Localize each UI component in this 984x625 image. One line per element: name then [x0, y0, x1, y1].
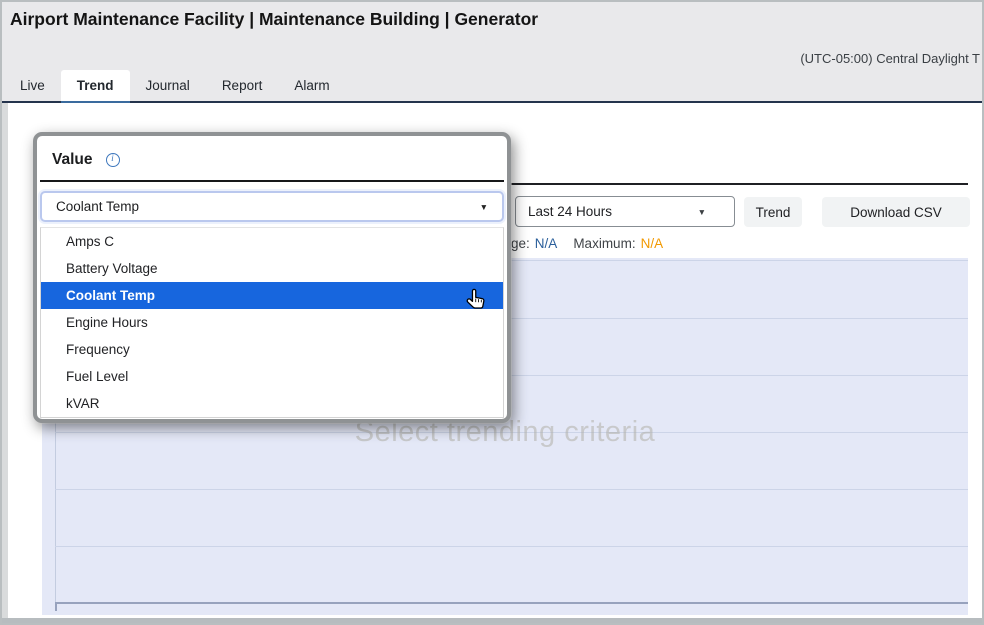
option-frequency[interactable]: Frequency [41, 336, 503, 363]
option-coolant-temp[interactable]: Coolant Temp [41, 282, 503, 309]
average-value: N/A [535, 236, 558, 251]
time-range-value: Last 24 Hours [528, 204, 612, 219]
tab-alarm[interactable]: Alarm [278, 70, 345, 101]
gridline [55, 489, 968, 490]
chevron-down-icon: ▼ [480, 203, 488, 212]
maximum-value: N/A [641, 236, 664, 251]
x-axis-tick [55, 602, 57, 611]
x-axis-line [55, 602, 968, 604]
gridline [55, 546, 968, 547]
tab-report[interactable]: Report [206, 70, 279, 101]
tab-journal[interactable]: Journal [130, 70, 206, 101]
left-gutter [2, 103, 8, 618]
header: Airport Maintenance Facility | Maintenan… [2, 2, 982, 103]
option-amps-c[interactable]: Amps C [41, 228, 503, 255]
option-fuel-level[interactable]: Fuel Level [41, 363, 503, 390]
option-battery-voltage[interactable]: Battery Voltage [41, 255, 503, 282]
tab-live[interactable]: Live [4, 70, 61, 101]
value-popup: Value i Coolant Temp ▼ Amps C Battery Vo… [33, 132, 511, 423]
value-select-text: Coolant Temp [56, 199, 139, 214]
value-select[interactable]: Coolant Temp ▼ [40, 191, 504, 222]
popup-divider [40, 180, 504, 182]
timezone-label: (UTC-05:00) Central Daylight T [800, 51, 980, 66]
page-title: Airport Maintenance Facility | Maintenan… [10, 9, 538, 30]
time-range-select[interactable]: Last 24 Hours ▼ [515, 196, 735, 227]
option-engine-hours[interactable]: Engine Hours [41, 309, 503, 336]
bottom-scroll-track[interactable] [2, 618, 982, 623]
download-csv-button[interactable]: Download CSV [822, 197, 970, 227]
option-kvar[interactable]: kVAR [41, 390, 503, 417]
info-icon[interactable]: i [106, 153, 120, 167]
value-label: Value [52, 151, 93, 169]
trend-button[interactable]: Trend [744, 197, 802, 227]
maximum-label: Maximum: [573, 236, 635, 251]
value-options-list: Amps C Battery Voltage Coolant Temp Engi… [40, 227, 504, 418]
app-window: Airport Maintenance Facility | Maintenan… [0, 0, 984, 625]
chevron-down-icon: ▼ [698, 208, 706, 217]
value-popup-header: Value i [37, 136, 507, 170]
tab-trend[interactable]: Trend [61, 70, 130, 101]
tab-bar: Live Trend Journal Report Alarm [4, 70, 346, 101]
